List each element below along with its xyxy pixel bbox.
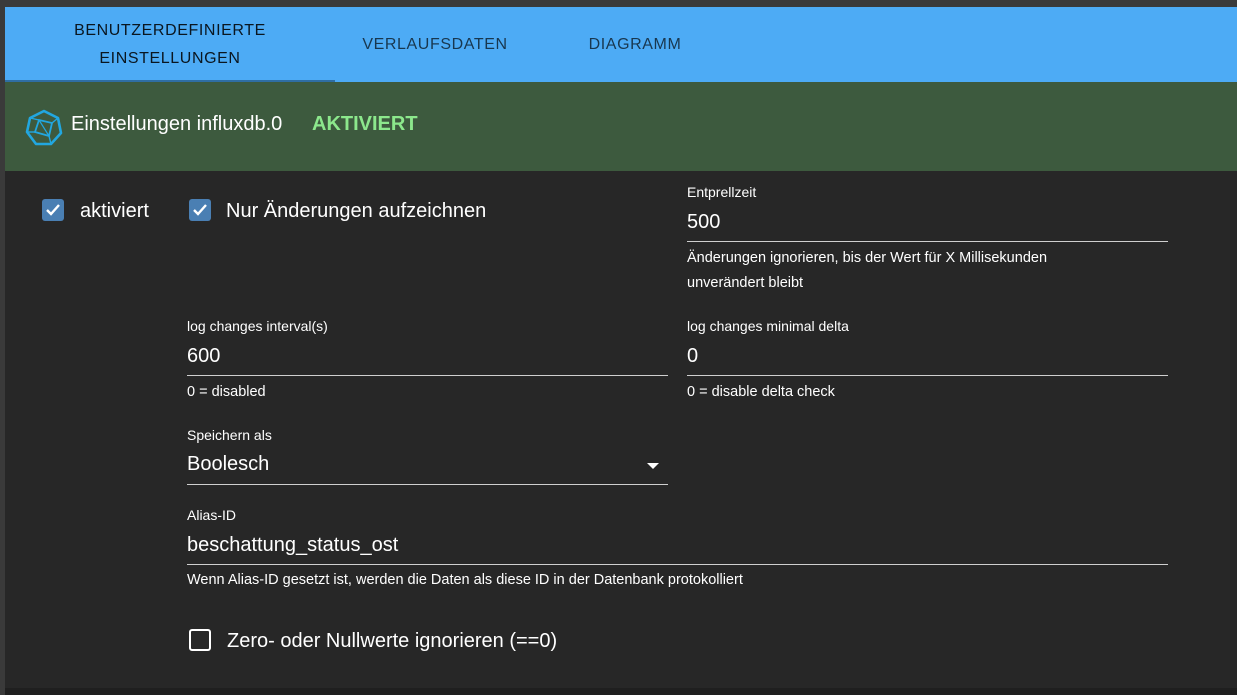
log-interval-helper: 0 = disabled	[187, 384, 266, 400]
store-as-underline	[187, 484, 668, 485]
changes-only-label: Nur Änderungen aufzeichnen	[226, 200, 487, 222]
log-interval-label: log changes interval(s)	[187, 318, 328, 334]
store-as-select[interactable]: Boolesch	[187, 447, 668, 485]
enabled-label: aktiviert	[80, 200, 149, 222]
tab-custom-settings[interactable]: BENUTZERDEFINIERTE EINSTELLUNGEN	[5, 7, 335, 82]
window-top-edge	[0, 0, 1237, 7]
log-interval-input[interactable]: 600	[187, 345, 220, 368]
checkmark-icon	[193, 204, 207, 216]
alias-input[interactable]: beschattung_status_ost	[187, 534, 398, 557]
tab-custom-settings-line1: BENUTZERDEFINIERTE	[74, 21, 266, 39]
debounce-helper-line1: Änderungen ignorieren, bis der Wert für …	[687, 250, 1048, 266]
alias-underline	[187, 564, 1168, 565]
settings-title: Einstellungen influxdb.0	[71, 113, 283, 135]
influxdb-logo-icon	[25, 109, 63, 146]
status-badge: AKTIVIERT	[312, 113, 418, 135]
object-settings-dialog: BENUTZERDEFINIERTE EINSTELLUNGEN VERLAUF…	[5, 7, 1237, 695]
min-delta-underline	[687, 375, 1168, 376]
tab-custom-settings-line2: EINSTELLUNGEN	[99, 49, 241, 67]
alias-label: Alias-ID	[187, 507, 237, 523]
tab-chart[interactable]: DIAGRAMM	[535, 7, 735, 83]
settings-header: Einstellungen influxdb.0 AKTIVIERT	[5, 82, 1237, 171]
min-delta-input[interactable]: 0	[687, 345, 698, 368]
tab-bar: BENUTZERDEFINIERTE EINSTELLUNGEN VERLAUF…	[5, 7, 1237, 82]
changes-only-checkbox[interactable]	[189, 199, 211, 221]
alias-helper: Wenn Alias-ID gesetzt ist, werden die Da…	[187, 572, 743, 588]
debounce-helper-line2: unverändert bleibt	[687, 275, 804, 291]
ignore-zero-checkbox[interactable]	[189, 629, 211, 651]
store-as-value: Boolesch	[187, 453, 270, 475]
tab-history-data[interactable]: VERLAUFSDATEN	[335, 7, 535, 83]
debounce-label: Entprellzeit	[687, 184, 757, 200]
debounce-input[interactable]: 500	[687, 211, 720, 234]
store-as-label: Speichern als	[187, 427, 272, 443]
log-interval-underline	[187, 375, 668, 376]
dialog-bottom-edge	[5, 688, 1237, 695]
debounce-underline	[687, 241, 1168, 242]
min-delta-helper: 0 = disable delta check	[687, 384, 835, 400]
ignore-zero-label: Zero- oder Nullwerte ignorieren (==0)	[227, 630, 558, 652]
min-delta-label: log changes minimal delta	[687, 318, 849, 334]
dropdown-arrow-icon	[647, 463, 659, 469]
enabled-checkbox[interactable]	[42, 199, 64, 221]
checkmark-icon	[46, 204, 60, 216]
